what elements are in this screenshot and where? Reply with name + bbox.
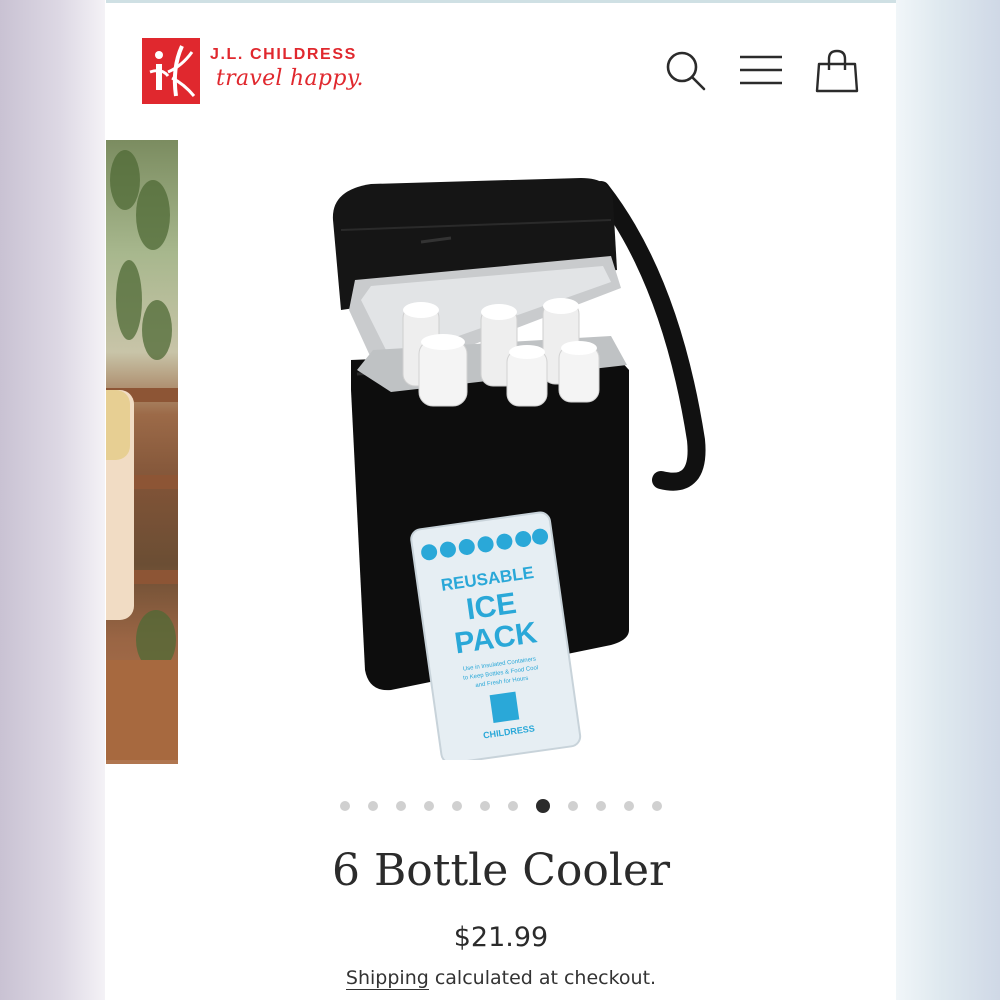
page: J.L. CHILDRESS travel happy. REUSABLE IC… [106, 0, 896, 1000]
hamburger-menu-icon [740, 55, 782, 85]
search-icon [666, 51, 706, 91]
brand-name: J.L. CHILDRESS [210, 46, 357, 63]
product-gallery[interactable]: REUSABLE ICE PACK Use in Insulated Conta… [106, 140, 896, 765]
carousel-pagination [106, 795, 896, 813]
carousel-dot[interactable] [596, 800, 606, 811]
product-price: $21.99 [453, 922, 549, 953]
search-button[interactable] [663, 48, 709, 94]
carousel-dot[interactable] [424, 800, 434, 811]
top-border [106, 0, 896, 3]
brand-logo[interactable] [142, 38, 200, 104]
shopping-bag-icon [815, 49, 859, 93]
carousel-dot[interactable] [652, 800, 662, 811]
carousel-dot[interactable] [452, 800, 462, 811]
menu-button[interactable] [738, 48, 784, 94]
previous-slide-image[interactable] [106, 140, 178, 764]
shipping-note: Shipping calculated at checkout. [106, 967, 896, 990]
carousel-dot[interactable] [340, 800, 350, 811]
carousel-dot[interactable] [624, 800, 634, 811]
shipping-policy-link[interactable]: Shipping [345, 967, 429, 990]
carousel-dot[interactable] [568, 800, 578, 811]
carousel-dot[interactable] [508, 800, 518, 811]
shipping-note-text: calculated at checkout. [428, 967, 657, 989]
carousel-dot[interactable] [396, 800, 406, 811]
product-image-bottle-cooler[interactable]: REUSABLE ICE PACK Use in Insulated Conta… [311, 160, 711, 760]
cart-button[interactable] [814, 48, 860, 94]
carousel-dot-active[interactable] [536, 798, 550, 813]
product-title: 6 Bottle Cooler [331, 845, 671, 896]
carousel-dot[interactable] [368, 800, 378, 811]
carousel-dot[interactable] [480, 800, 490, 811]
brand-tagline: travel happy. [216, 66, 364, 91]
ice-pack-logo-icon [489, 691, 520, 723]
